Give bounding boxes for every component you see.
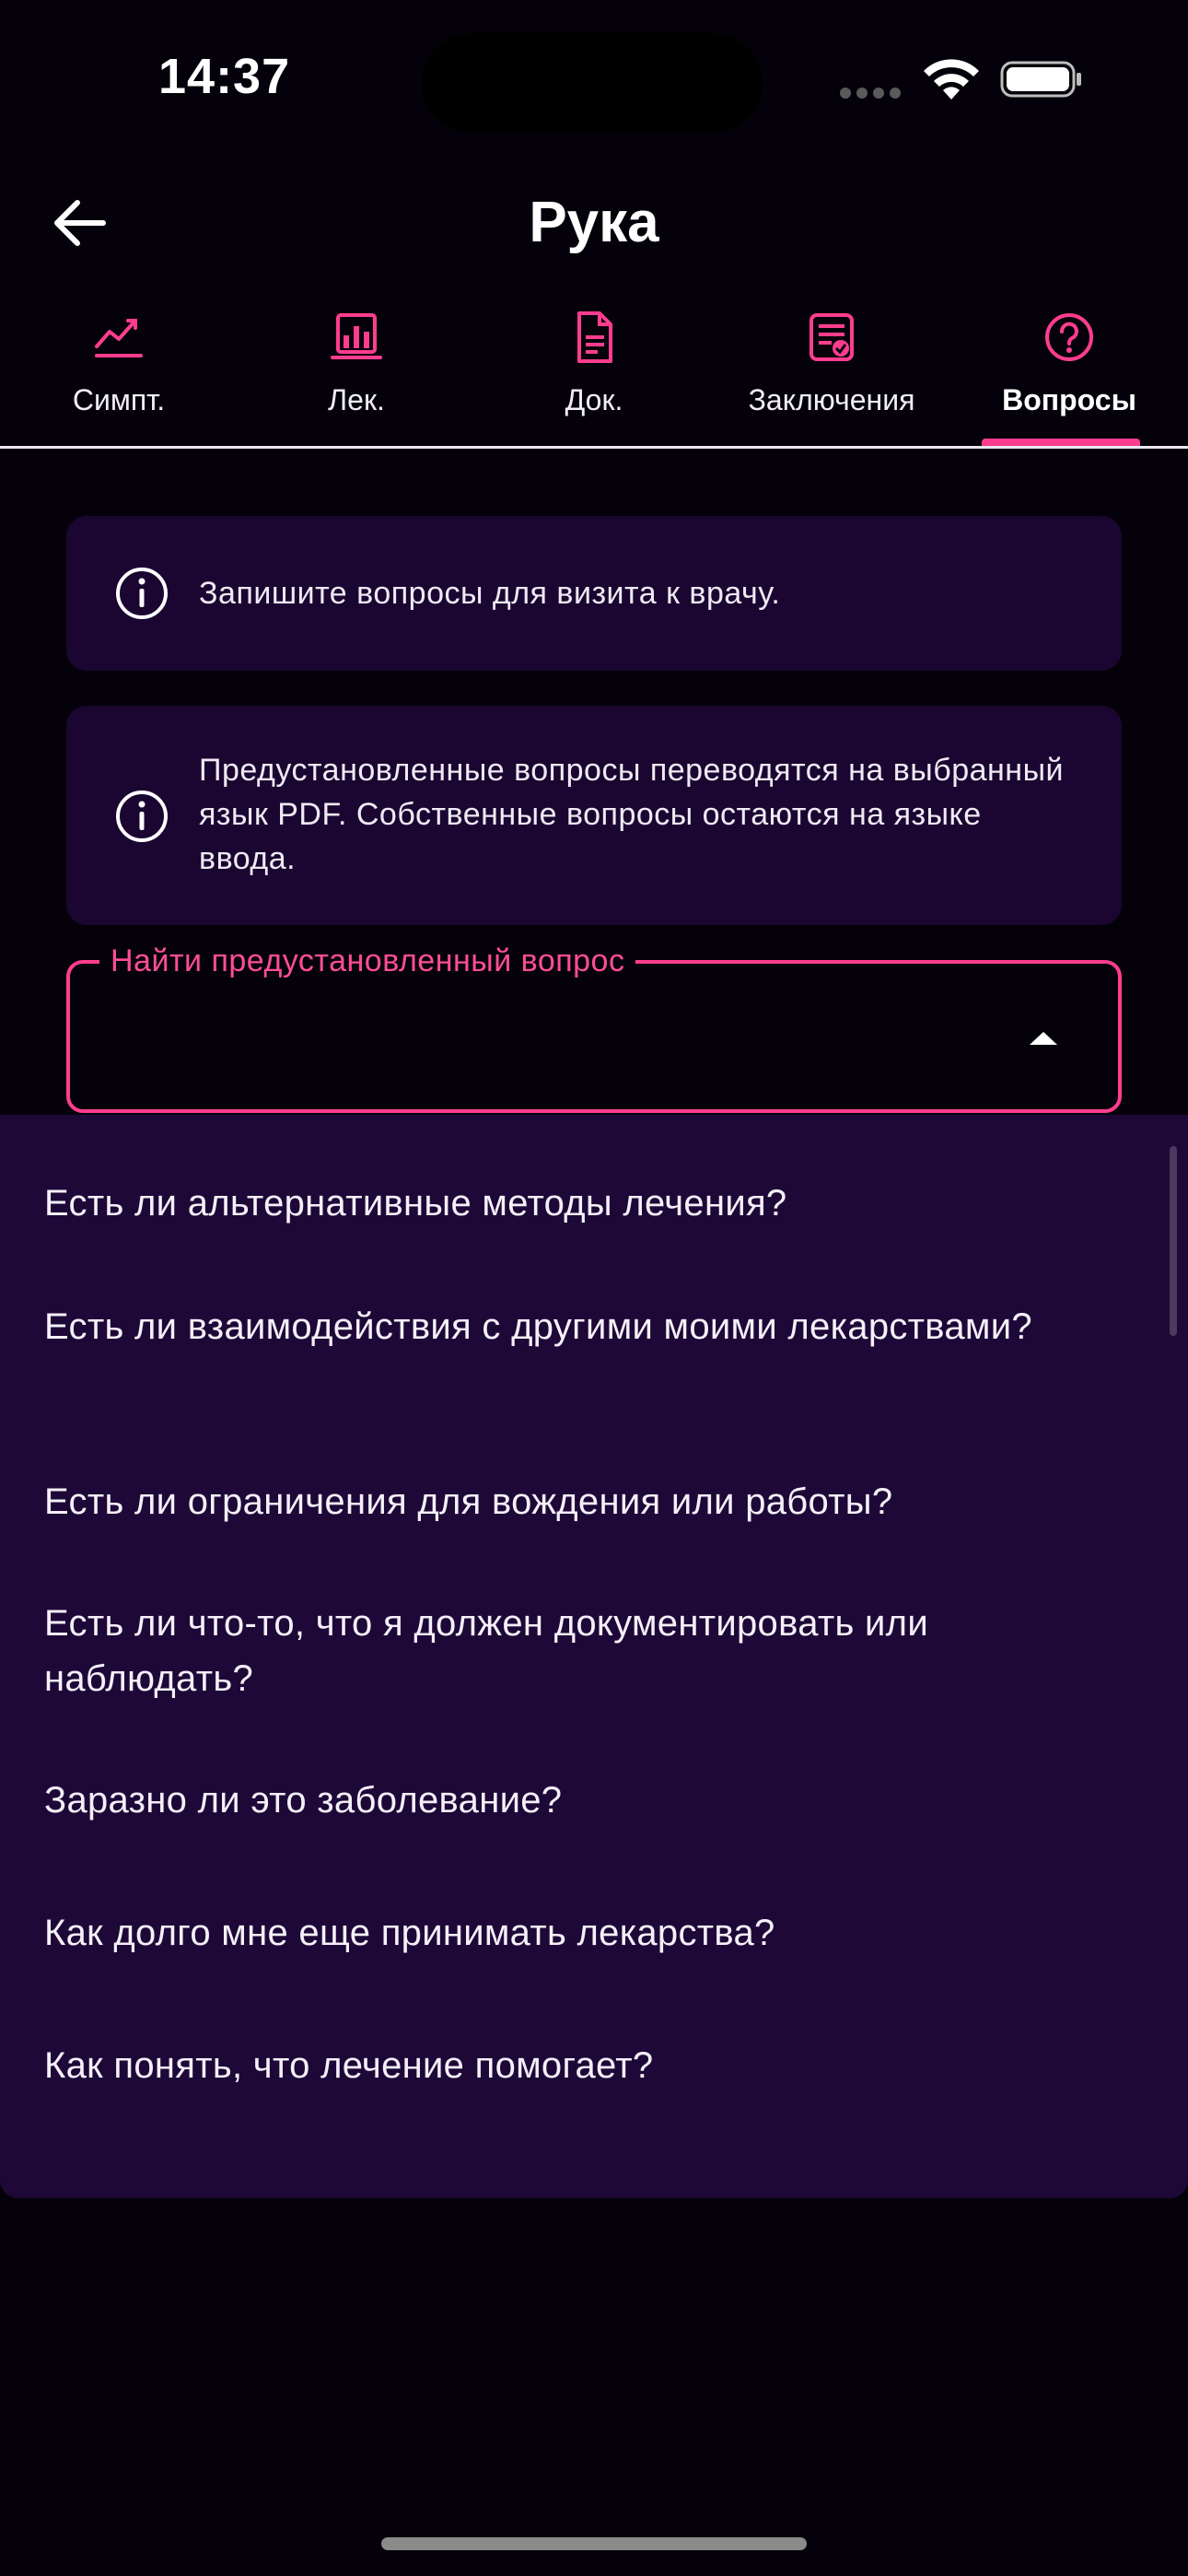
dropdown-option[interactable]: Есть ли взаимодействия с другими моими л…: [44, 1299, 1114, 1354]
search-label: Найти предустановленный вопрос: [99, 943, 636, 979]
bar-chart-icon: [331, 313, 382, 359]
dropdown-option[interactable]: Как долго мне еще принимать лекарства?: [44, 1905, 1114, 1961]
page-title: Рука: [529, 191, 659, 254]
active-tab-indicator: [982, 439, 1140, 446]
tab-medications[interactable]: Лек.: [238, 310, 475, 448]
dropdown-option[interactable]: Как понять, что лечение помогает?: [44, 2038, 1114, 2093]
report-icon: [809, 313, 854, 361]
dynamic-island: [422, 33, 763, 133]
dropdown-option[interactable]: Есть ли ограничения для вождения или раб…: [44, 1474, 1114, 1529]
tab-label: Заключения: [748, 383, 915, 416]
tab-questions[interactable]: Вопросы: [950, 310, 1188, 448]
dropdown-option[interactable]: Заразно ли это заболевание?: [44, 1773, 1114, 1828]
info-text: Запишите вопросы для визита к врачу.: [199, 576, 781, 611]
status-time: 14:37: [158, 49, 291, 104]
info-icon: [116, 790, 168, 842]
info-text: Предустановленные вопросы переводятся на…: [199, 753, 1065, 876]
tab-conclusions[interactable]: Заключения: [713, 310, 950, 448]
tab-symptoms[interactable]: Симпт.: [0, 310, 238, 448]
wifi-icon: [924, 59, 979, 100]
home-indicator[interactable]: [381, 2537, 807, 2550]
caret-up-icon[interactable]: [1028, 1030, 1059, 1047]
info-icon: [116, 568, 168, 619]
info-card: Предустановленные вопросы переводятся на…: [66, 706, 1122, 925]
signal-dots-icon: [840, 87, 906, 99]
search-input[interactable]: [66, 960, 1122, 1113]
tab-label: Лек.: [328, 383, 385, 416]
trend-chart-icon: [95, 319, 143, 357]
info-card: Запишите вопросы для визита к врачу.: [66, 516, 1122, 671]
tab-divider: [0, 446, 1188, 449]
tab-label: Вопросы: [1002, 383, 1136, 416]
battery-icon: [1000, 61, 1081, 98]
document-icon: [577, 311, 612, 363]
question-icon: [1045, 313, 1093, 361]
dropdown-option[interactable]: Есть ли что-то, что я должен документиро…: [44, 1596, 1114, 1706]
tab-label: Док.: [565, 383, 623, 416]
tab-documents[interactable]: Док.: [475, 310, 713, 448]
tab-label: Симпт.: [72, 383, 166, 416]
dropdown-option[interactable]: Есть ли альтернативные методы лечения?: [44, 1176, 1114, 1231]
dropdown-scrollbar[interactable]: [1170, 1146, 1177, 1336]
dropdown-menu: Есть ли альтернативные методы лечения? Е…: [0, 1115, 1188, 2198]
